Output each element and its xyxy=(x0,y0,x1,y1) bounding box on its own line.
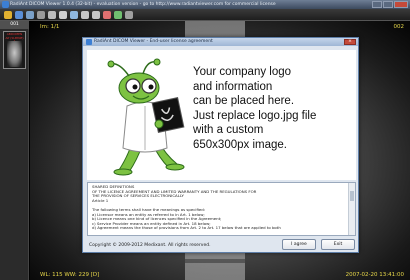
logo-line: Your company logo xyxy=(193,66,292,78)
series-panel: 001 ABDOMEN AP (SUPINE) 1 xyxy=(0,21,29,280)
copyright-text: Copyright © 2009-2012 Medixant. All righ… xyxy=(89,243,211,248)
license-line: d) Agreement means the those of provisio… xyxy=(92,226,281,231)
zoom-icon[interactable] xyxy=(59,10,67,19)
close-button[interactable] xyxy=(394,1,408,8)
license-dialog: RadiAnt DICOM Viewer - End-user license … xyxy=(82,37,359,253)
dialog-titlebar: RadiAnt DICOM Viewer - End-user license … xyxy=(83,38,358,46)
window-level-readout: WL: 115 WW: 229 [D] xyxy=(40,272,100,278)
dialog-app-icon xyxy=(86,39,92,45)
logo-placeholder-text: Your company logo and information can be… xyxy=(193,65,353,152)
dialog-title: RadiAnt DICOM Viewer - End-user license … xyxy=(94,39,213,44)
logo-line: 650x300px image. xyxy=(193,138,287,151)
annotate-icon[interactable] xyxy=(114,10,122,19)
flip-icon[interactable] xyxy=(92,10,100,19)
reset-icon[interactable] xyxy=(125,10,133,19)
thumbnail-image xyxy=(7,41,22,67)
series-thumbnail[interactable]: ABDOMEN AP (SUPINE) 1 xyxy=(3,31,26,69)
logo-line: with a custom xyxy=(193,124,264,136)
maximize-button[interactable] xyxy=(383,1,393,8)
window-titlebar: RadiAnt DICOM Viewer 1.0.4 (32-bit) - ev… xyxy=(0,0,410,9)
agree-button[interactable]: I agree xyxy=(282,239,316,250)
window-title: RadiAnt DICOM Viewer 1.0.4 (32-bit) - ev… xyxy=(10,2,276,7)
exit-button[interactable]: Exit xyxy=(321,239,355,250)
logo-area: Your company logo and information can be… xyxy=(87,50,356,180)
main-toolbar xyxy=(0,9,410,21)
pan-icon[interactable] xyxy=(48,10,56,19)
minimize-button[interactable] xyxy=(372,1,382,8)
open-folder-icon[interactable] xyxy=(4,10,12,19)
logo-line: can be placed here. xyxy=(193,95,295,107)
measure-icon[interactable] xyxy=(103,10,111,19)
logo-line: and information xyxy=(193,80,273,93)
layout-icon[interactable] xyxy=(37,10,45,19)
dialog-close-button[interactable]: × xyxy=(344,39,356,45)
window-controls xyxy=(372,1,408,8)
window-level-icon[interactable] xyxy=(70,10,78,19)
series-id: 002 xyxy=(393,24,405,30)
image-index: Im: 1/1 xyxy=(40,24,60,30)
rotate-icon[interactable] xyxy=(81,10,89,19)
license-text-box[interactable]: SHARED DEFINITIONS OF THE LICENCE AGREEM… xyxy=(87,182,356,236)
mascot-icon xyxy=(107,58,185,176)
logo-line: Just replace logo.jpg file xyxy=(193,109,317,122)
series-label: 001 xyxy=(0,21,29,29)
study-datetime: 2007-02-20 13:41:00 xyxy=(345,272,404,278)
scrollbar-thumb[interactable] xyxy=(350,191,354,201)
monitor-icon[interactable] xyxy=(26,10,34,19)
app-icon xyxy=(2,1,9,8)
license-scrollbar[interactable] xyxy=(348,183,355,235)
cd-icon[interactable] xyxy=(15,10,23,19)
